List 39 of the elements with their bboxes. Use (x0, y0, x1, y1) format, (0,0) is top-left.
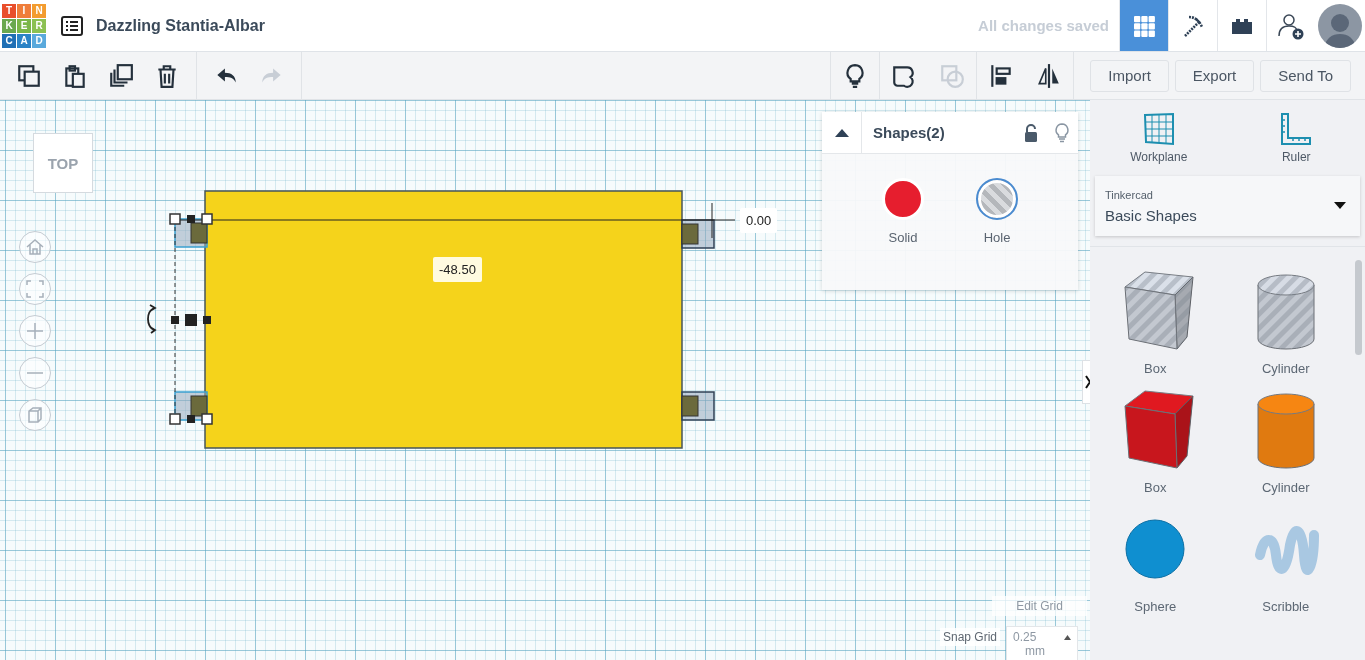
solid-swatch[interactable] (882, 178, 924, 220)
shape-item[interactable]: Cylinder (1220, 267, 1351, 376)
caret-icon[interactable] (1334, 202, 1346, 210)
solid-option[interactable]: Solid (882, 178, 924, 245)
shape-item[interactable]: Box (1090, 386, 1221, 495)
shape-item[interactable]: Cylinder (1220, 386, 1351, 495)
sphere-shape-drawing[interactable] (1125, 519, 1185, 579)
edit-grid-button[interactable]: Edit Grid (992, 596, 1087, 616)
toolbar-button[interactable]: Import (1090, 59, 1169, 92)
shape-library-dropdown[interactable]: Tinkercad Basic Shapes (1095, 176, 1360, 236)
hole-option[interactable]: Hole (976, 178, 1018, 245)
dimension-label[interactable]: -48.50 (433, 257, 482, 282)
cylinder-shape-drawing[interactable] (1257, 274, 1315, 350)
ruler-icon[interactable] (1279, 112, 1314, 146)
toolbar-button[interactable]: Export (1174, 59, 1255, 92)
avatar-icon[interactable] (1318, 3, 1362, 48)
shape-item[interactable]: Box (1090, 267, 1221, 376)
box-shape[interactable] (204, 190, 683, 449)
design-title[interactable]: Dazzling Stantia-Albar (96, 16, 265, 35)
ruler-tool[interactable]: Ruler (1246, 112, 1347, 164)
grid-view-icon[interactable] (1119, 0, 1168, 51)
stepper-up-icon[interactable] (1064, 635, 1072, 640)
scrollbar[interactable] (1355, 260, 1362, 355)
cylinder-shape-drawing[interactable] (1257, 393, 1315, 469)
workplane-icon[interactable] (1141, 112, 1176, 146)
inspector-title: Shapes(2) (873, 124, 946, 141)
logo[interactable]: T I N K E R C A D (2, 3, 46, 48)
snap-grid-field[interactable]: 0.25 mm (1006, 626, 1079, 660)
snap-grid-label: Snap Grid (940, 628, 1001, 646)
save-status: All changes saved (978, 17, 1109, 34)
box-shape-drawing[interactable] (1124, 271, 1194, 350)
box-shape-drawing[interactable] (1124, 390, 1194, 469)
shape-item[interactable]: Sphere (1090, 505, 1221, 614)
dimension-label[interactable]: 0.00 (740, 208, 778, 233)
hole-swatch[interactable] (976, 178, 1018, 220)
workplane-tool[interactable]: Workplane (1108, 112, 1209, 164)
toolbar-button[interactable]: Send To (1260, 59, 1351, 92)
rotate-handle-icon[interactable] (147, 304, 156, 334)
shape-item[interactable]: Scribble (1220, 505, 1351, 614)
